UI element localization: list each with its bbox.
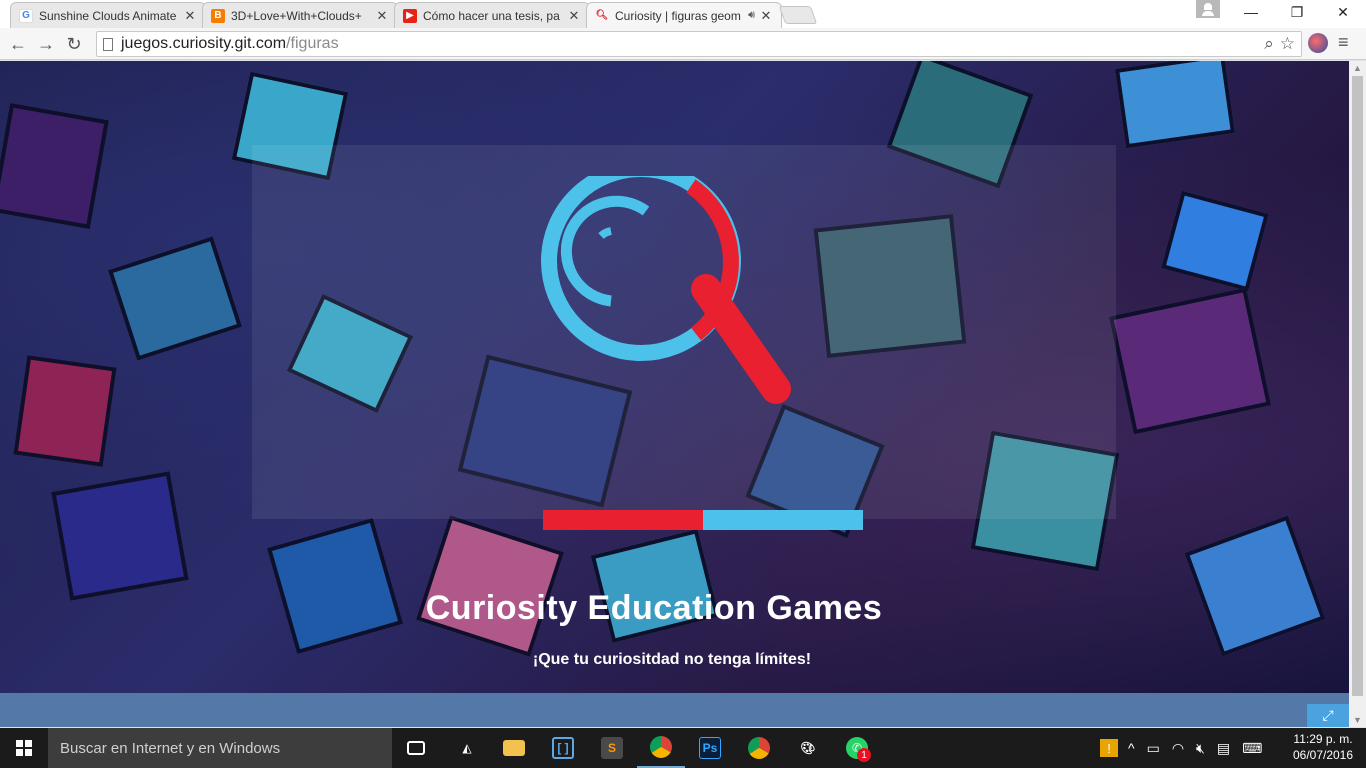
cube-decoration	[51, 471, 189, 601]
url-host: juegos.curiosity.git.com	[121, 35, 287, 52]
cube-decoration	[266, 517, 404, 655]
notification-badge: 1	[857, 748, 871, 762]
magnifier-icon: 🔍︎	[595, 10, 609, 21]
unity-icon[interactable]: ◭	[443, 728, 491, 768]
whatsapp-icon[interactable]: ✆ 1	[833, 728, 881, 768]
tab-title: Curiosity | figuras geom	[615, 8, 741, 23]
page-title: Curiosity Education Games	[425, 589, 883, 627]
back-icon[interactable]: ←	[6, 32, 30, 56]
file-explorer-icon[interactable]	[490, 728, 538, 768]
extension-icon[interactable]	[1308, 33, 1328, 53]
windows-taskbar: Buscar en Internet y en Windows ◭ [ ] S …	[0, 728, 1366, 768]
cube-decoration	[13, 355, 117, 467]
close-icon[interactable]: ✕	[375, 8, 389, 24]
url-path: /figuras	[286, 35, 339, 52]
scroll-down-icon[interactable]: ▼	[1353, 715, 1362, 725]
restore-button[interactable]: ❐	[1274, 0, 1320, 24]
brackets-icon[interactable]: [ ]	[539, 728, 587, 768]
taskbar-clock[interactable]: 11:29 p. m. 06/07/2016	[1288, 731, 1358, 763]
battery-icon[interactable]: ▭	[1147, 740, 1160, 757]
wifi-icon[interactable]: ◠	[1172, 740, 1184, 757]
page-subtitle: ¡Que tu curiositdad no tenga límites!	[532, 651, 812, 668]
tab-strip: G Sunshine Clouds Animate ✕ B 3D+Love+Wi…	[0, 0, 1366, 28]
paint-icon[interactable]: 🎨︎	[784, 728, 832, 768]
progress-fill	[543, 510, 703, 530]
cube-decoration	[415, 515, 565, 657]
page-icon	[103, 37, 113, 51]
cube-decoration	[1109, 287, 1271, 435]
chrome-icon[interactable]	[735, 728, 783, 768]
profile-icon[interactable]	[1196, 0, 1220, 18]
windows-start-button[interactable]	[0, 728, 48, 768]
cube-decoration	[108, 236, 242, 361]
scroll-thumb[interactable]	[1352, 76, 1363, 696]
tab-3d-love[interactable]: B 3D+Love+With+Clouds+ ✕	[202, 2, 398, 28]
close-icon[interactable]: ✕	[183, 8, 197, 24]
bookmark-star-icon[interactable]: ☆	[1280, 34, 1295, 54]
loading-progress-bar	[543, 510, 863, 530]
warning-icon[interactable]: !	[1100, 739, 1118, 757]
keyboard-icon[interactable]: ⌨	[1242, 740, 1262, 757]
sublime-text-icon[interactable]: S	[588, 728, 636, 768]
page-viewport: Curiosity Education Games ¡Que tu curios…	[0, 61, 1349, 727]
windows-logo-icon	[16, 740, 32, 756]
tab-title: Sunshine Clouds Animate	[39, 8, 177, 23]
cube-decoration	[1161, 190, 1269, 292]
task-view-icon[interactable]	[392, 728, 440, 768]
photoshop-icon[interactable]: Ps	[686, 728, 734, 768]
tab-curiosity[interactable]: 🔍︎ Curiosity | figuras geom 🔊︎ ✕	[586, 2, 782, 28]
chrome-icon[interactable]	[637, 728, 685, 768]
tab-tesis[interactable]: ▶ Cómo hacer una tesis, pa ✕	[394, 2, 590, 28]
youtube-icon: ▶	[403, 8, 417, 23]
address-bar[interactable]: juegos.curiosity.git.com/figuras ⌕ ☆	[96, 31, 1302, 57]
google-icon: G	[19, 8, 33, 23]
forward-icon[interactable]: →	[34, 32, 58, 56]
chrome-menu-icon[interactable]: ≡	[1338, 32, 1349, 53]
minimize-button[interactable]: —	[1228, 0, 1274, 24]
logo-handle	[691, 274, 791, 404]
tab-title: 3D+Love+With+Clouds+	[231, 8, 362, 23]
clock-time: 11:29 p. m.	[1293, 732, 1353, 746]
close-icon[interactable]: ✕	[567, 8, 581, 24]
speaker-icon[interactable]: 🔊︎	[748, 9, 755, 22]
page-scrollbar[interactable]: ▲ ▼	[1349, 61, 1366, 727]
reload-icon[interactable]: ↻	[62, 32, 86, 56]
page-footer-band	[0, 693, 1349, 727]
show-hidden-icons-icon[interactable]: ^	[1128, 740, 1135, 756]
system-tray: ! ^ ▭ ◠ 🔇︎ ▤ ⌨	[1100, 728, 1262, 768]
window-close-button[interactable]: ✕	[1320, 0, 1366, 24]
logo-inner-arc	[560, 195, 650, 307]
logo-inner-small-arc	[598, 227, 612, 240]
browser-toolbar: ← → ↻ juegos.curiosity.git.com/figuras ⌕…	[0, 28, 1366, 60]
zoom-icon[interactable]: ⌕	[1264, 34, 1274, 54]
blogger-icon: B	[211, 8, 225, 23]
search-placeholder: Buscar en Internet y en Windows	[60, 739, 281, 757]
new-tab-button[interactable]	[778, 6, 818, 24]
volume-muted-icon[interactable]: 🔇︎	[1196, 740, 1205, 757]
cube-decoration	[1114, 61, 1236, 149]
clock-date: 06/07/2016	[1292, 748, 1354, 762]
hero-background: Curiosity Education Games ¡Que tu curios…	[0, 61, 1349, 693]
url-text[interactable]: juegos.curiosity.git.com/figuras	[121, 35, 339, 53]
fullscreen-icon[interactable]: ⤢	[1307, 704, 1349, 727]
tab-sunshine-clouds[interactable]: G Sunshine Clouds Animate ✕	[10, 2, 206, 28]
cube-decoration	[0, 103, 109, 229]
action-center-icon[interactable]: ▤	[1217, 740, 1230, 757]
close-icon[interactable]: ✕	[759, 8, 773, 24]
taskbar-search-box[interactable]: Buscar en Internet y en Windows	[48, 728, 392, 768]
scroll-up-icon[interactable]: ▲	[1353, 63, 1362, 73]
cube-decoration	[1184, 515, 1326, 657]
tab-title: Cómo hacer una tesis, pa	[423, 8, 560, 23]
magnifier-logo-icon	[541, 176, 791, 404]
